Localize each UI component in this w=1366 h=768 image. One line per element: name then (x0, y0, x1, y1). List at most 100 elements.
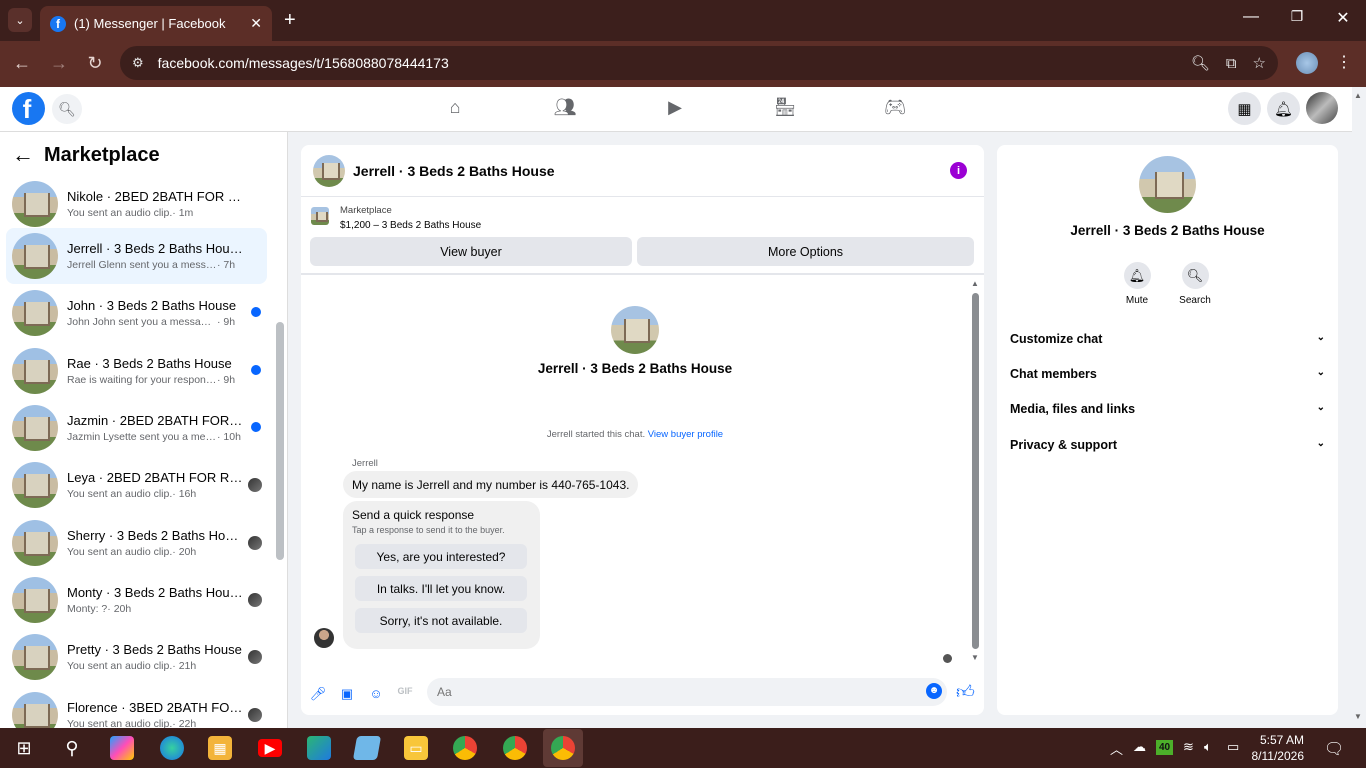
forward-icon[interactable]: → (47, 53, 71, 74)
menu-grid-icon[interactable]: ▦ (1228, 92, 1261, 125)
page-scroll-down-icon[interactable]: ▼ (1354, 712, 1362, 721)
sticker-icon[interactable]: ☺ (367, 686, 385, 702)
close-window-icon[interactable]: ✕ (1328, 8, 1358, 28)
volume-icon[interactable]: 🔈︎ (1204, 739, 1212, 755)
search-conversation-button[interactable]: 🔍︎ Search (1170, 262, 1220, 306)
chrome-profile-icon[interactable] (503, 736, 527, 760)
gaming-icon[interactable]: 🎮︎ (883, 97, 907, 121)
app-icon[interactable] (307, 736, 331, 760)
section-chat-members[interactable]: Chat members ⌄ (1010, 367, 1325, 381)
notification-center-icon[interactable]: 🗨︎ (1324, 739, 1344, 759)
bookmark-star-icon[interactable]: ☆ (1253, 54, 1266, 72)
chat-scroll-up-icon[interactable]: ▲ (971, 279, 979, 288)
back-icon[interactable]: ← (10, 53, 34, 74)
view-buyer-button[interactable]: View buyer (310, 237, 632, 266)
restore-icon[interactable]: ❐ (1282, 8, 1312, 25)
conversation-item[interactable]: Sherry · 3 Beds 2 Baths House You sent an… (6, 515, 267, 571)
page-scroll-up-icon[interactable]: ▲ (1354, 91, 1362, 100)
conversation-item[interactable]: Leya · 2BED 2BATH FOR RENT You sent an au… (6, 457, 267, 513)
new-tab-button[interactable]: + (284, 9, 296, 32)
info-icon[interactable]: i (950, 162, 967, 179)
conversation-preview: You sent an audio clip. (67, 718, 173, 728)
view-buyer-profile-link[interactable]: View buyer profile (648, 429, 723, 440)
close-tab-icon[interactable]: ✕ (250, 15, 262, 32)
conversation-preview-line: Jazmin Lysette sent you a mes... · 10h (67, 431, 267, 443)
conversation-item[interactable]: John · 3 Beds 2 Baths House John John sen… (6, 285, 267, 341)
windows-start-icon[interactable]: ⊞ (12, 736, 36, 760)
search-icon[interactable]: 🔍︎ (52, 94, 82, 124)
microphone-icon[interactable]: 🎤︎ (309, 686, 327, 702)
conversation-item[interactable]: Pretty · 3 Beds 2 Baths House You sent an… (6, 629, 267, 685)
copilot-icon[interactable] (110, 736, 134, 760)
details-name: Jerrell · 3 Beds 2 Baths House (1070, 223, 1265, 238)
chat-title[interactable]: Jerrell · 3 Beds 2 Baths House (353, 163, 950, 179)
chat-avatar[interactable] (313, 154, 345, 187)
taskbar-clock[interactable]: 5:57 AM 8/11/2026 (1248, 732, 1305, 764)
conversation-item[interactable]: Rae · 3 Beds 2 Baths House Rae is waiting… (6, 343, 267, 399)
conversation-item[interactable]: Jerrell · 3 Beds 2 Baths House Jerrell Gl… (6, 228, 267, 284)
quick-response-button[interactable]: Yes, are you interested? (355, 544, 527, 569)
minimize-icon[interactable]: — (1236, 8, 1266, 26)
video-icon[interactable]: ▶ (663, 97, 687, 121)
tray-badge[interactable]: 40 (1156, 740, 1173, 755)
edge-icon[interactable] (160, 736, 184, 760)
back-arrow-icon[interactable]: ← (12, 142, 34, 168)
gif-icon[interactable]: GIF (396, 686, 414, 702)
reload-icon[interactable]: ↻ (83, 53, 107, 74)
account-avatar[interactable] (1306, 92, 1338, 124)
chat-scrollbar[interactable] (972, 293, 979, 649)
url-text[interactable]: facebook.com/messages/t/1568088078444173 (158, 55, 1175, 71)
like-thumb-icon[interactable]: 👍︎ (956, 681, 975, 703)
file-explorer-icon[interactable]: ▭ (404, 736, 428, 760)
tab-search-button[interactable]: ⌄ (8, 8, 32, 32)
conversation-item[interactable]: Nikole · 2BED 2BATH FOR RENT You sent an … (6, 176, 267, 232)
browser-tab-messenger[interactable]: f (1) Messenger | Facebook ✕ (40, 6, 272, 41)
quick-response-button[interactable]: In talks. I'll let you know. (355, 576, 527, 601)
conversation-text: Jerrell · 3 Beds 2 Baths House Jerrell Gl… (67, 241, 267, 271)
chat-scroll-down-icon[interactable]: ▼ (971, 653, 979, 662)
chrome-icon[interactable] (453, 736, 477, 760)
section-customize-chat[interactable]: Customize chat ⌄ (1010, 332, 1325, 346)
battery-icon[interactable]: ▭ (1227, 739, 1239, 755)
photo-icon[interactable]: ▣ (338, 686, 356, 702)
emoji-icon[interactable]: ☻ (926, 683, 942, 699)
marketplace-icon[interactable]: 🏪︎ (773, 97, 797, 121)
listing-summary[interactable]: Marketplace $1,200 – 3 Beds 2 Baths Hous… (311, 205, 481, 231)
notifications-bell-icon[interactable]: 🔔︎ (1267, 92, 1300, 125)
mute-button[interactable]: 🔔︎ Mute (1112, 262, 1162, 306)
store-icon[interactable]: ▦ (208, 736, 232, 760)
browser-menu-icon[interactable]: ⋮ (1336, 52, 1352, 72)
taskbar-search-icon[interactable]: ⚲ (60, 736, 84, 760)
site-info-icon[interactable]: ⚙ (132, 55, 144, 71)
chevron-down-icon: ⌄ (1316, 438, 1325, 449)
install-app-icon[interactable]: ⧉ (1226, 55, 1237, 72)
conversation-item[interactable]: Florence · 3BED 2BATH FOR R... You sent a… (6, 687, 267, 728)
conversation-list-scrollbar[interactable] (276, 322, 284, 560)
quick-response-title: Send a quick response (352, 508, 475, 522)
section-label: Customize chat (1010, 332, 1103, 346)
friends-icon[interactable]: 👥︎ (553, 97, 577, 121)
youtube-icon[interactable]: ▶ (258, 739, 282, 757)
home-icon[interactable]: ⌂ (443, 97, 467, 121)
facebook-logo[interactable]: f (12, 92, 45, 125)
quick-response-button[interactable]: Sorry, it's not available. (355, 608, 527, 633)
more-options-button[interactable]: More Options (637, 237, 974, 266)
section-privacy-support[interactable]: Privacy & support ⌄ (1010, 438, 1325, 452)
message-input[interactable] (427, 678, 947, 706)
conversation-item[interactable]: Jazmin · 2BED 2BATH FOR RE... Jazmin Lyse… (6, 400, 267, 456)
wifi-icon[interactable]: ≋ (1183, 739, 1194, 755)
notes-icon[interactable] (352, 736, 382, 760)
onedrive-icon[interactable]: ☁ (1133, 739, 1146, 755)
browser-profile-avatar[interactable] (1296, 52, 1318, 74)
conversation-item[interactable]: Monty · 3 Beds 2 Baths House Monty: ? · 20… (6, 572, 267, 628)
zoom-icon[interactable]: 🔍︎ (1191, 54, 1210, 72)
section-label: Privacy & support (1010, 438, 1117, 452)
chrome-active-window[interactable] (543, 729, 583, 767)
quick-response-card: Send a quick response Tap a response to … (343, 501, 540, 649)
address-bar[interactable]: ⚙ facebook.com/messages/t/15680880784441… (120, 46, 1278, 80)
conversation-preview-line: You sent an audio clip. · 21h (67, 660, 267, 672)
tray-chevron-icon[interactable]: ︿ (1110, 739, 1123, 758)
intro-name: Jerrell · 3 Beds 2 Baths House (537, 361, 733, 376)
conversation-avatar (12, 181, 58, 227)
section-media-files-links[interactable]: Media, files and links ⌄ (1010, 402, 1325, 416)
